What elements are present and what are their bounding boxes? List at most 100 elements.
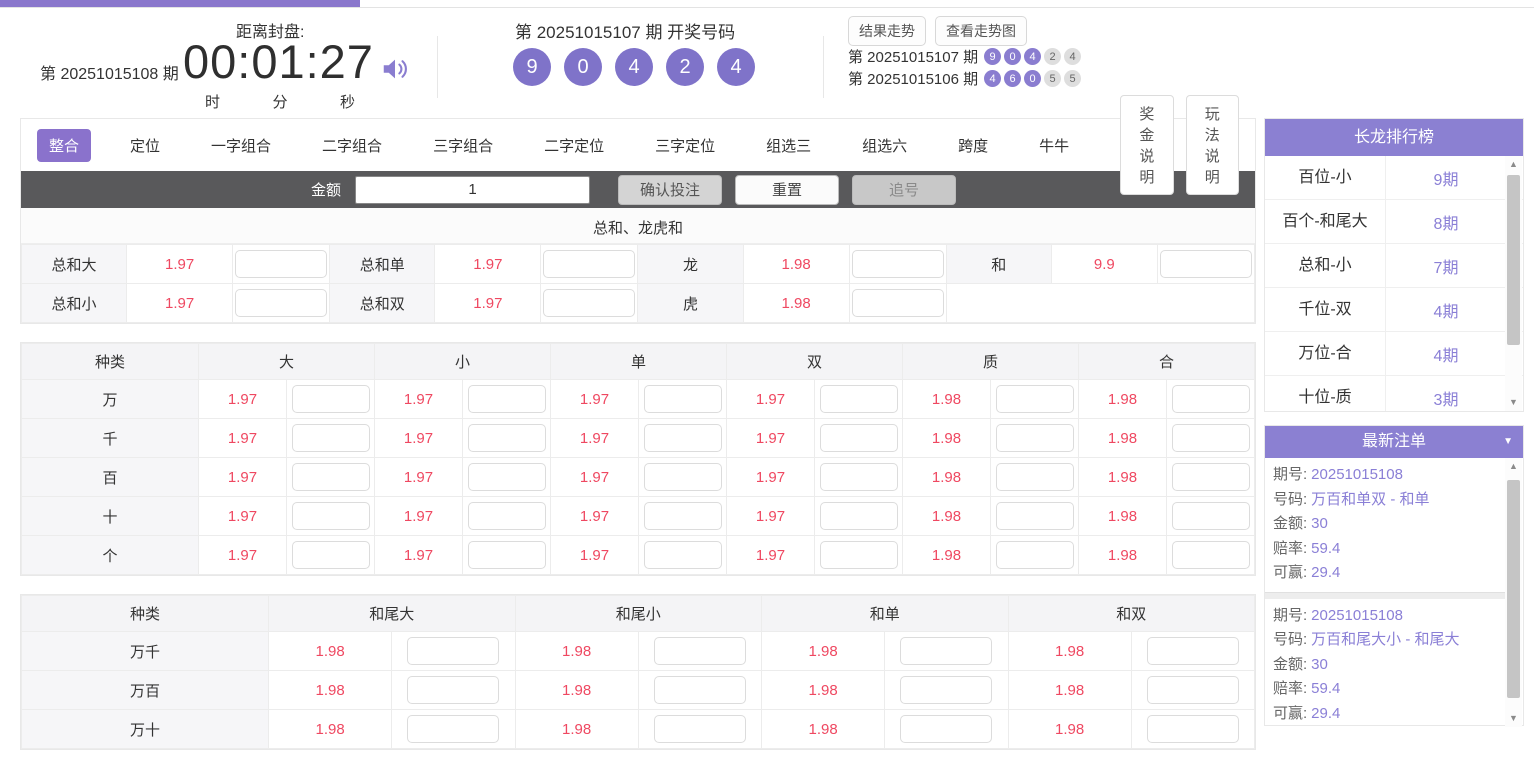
chase-button[interactable]: 追号 [852, 175, 956, 205]
speaker-icon[interactable] [380, 54, 410, 84]
history-period: 第 20251015106 期 [848, 68, 978, 89]
trend-button[interactable]: 查看走势图 [935, 16, 1027, 46]
time-unit-label: 时 [205, 91, 220, 112]
odds-bet-input[interactable] [820, 463, 898, 491]
collapse-caret-icon[interactable]: ▼ [1503, 426, 1513, 458]
tab-三字组合[interactable]: 三字组合 [421, 129, 505, 162]
reset-button[interactable]: 重置 [735, 175, 839, 205]
odds-bet-input[interactable] [1172, 502, 1250, 530]
odds-bet-input[interactable] [852, 250, 944, 278]
odds-bet-input[interactable] [654, 676, 746, 704]
scroll-down-icon[interactable]: ▼ [1505, 710, 1522, 727]
odds-bet-input[interactable] [820, 502, 898, 530]
countdown-timer: 00:01:27 [183, 34, 374, 89]
odds-bet-input[interactable] [1147, 637, 1239, 665]
tab-牛牛[interactable]: 牛牛 [1027, 129, 1081, 162]
info-button[interactable]: 玩法说明 [1186, 95, 1239, 195]
odds-bet-input[interactable] [1147, 676, 1239, 704]
odds-bet-input[interactable] [1172, 541, 1250, 569]
odds-bet-input[interactable] [654, 715, 746, 743]
trend-button[interactable]: 结果走势 [848, 16, 926, 46]
odds-bet-input[interactable] [820, 424, 898, 452]
row-type-label: 个 [22, 536, 199, 575]
odds-value: 1.98 [1079, 497, 1167, 536]
odds-bet-input[interactable] [407, 715, 499, 743]
odds-bet-input[interactable] [292, 502, 370, 530]
tab-二字定位[interactable]: 二字定位 [532, 129, 616, 162]
ranking-scrollbar[interactable]: ▲ ▼ [1505, 156, 1522, 411]
odds-bet-input[interactable] [996, 541, 1074, 569]
odds-bet-input[interactable] [468, 385, 546, 413]
amount-input[interactable] [355, 176, 590, 204]
odds-bet-input[interactable] [543, 289, 635, 317]
odds-value: 1.97 [551, 419, 639, 458]
row-type-label: 千 [22, 419, 199, 458]
odds-value: 1.97 [435, 284, 541, 323]
tab-三字定位[interactable]: 三字定位 [643, 129, 727, 162]
odds-bet-input[interactable] [852, 289, 944, 317]
odds-bet-input[interactable] [407, 637, 499, 665]
odds-value: 1.97 [199, 380, 287, 419]
odds-bet-input[interactable] [996, 385, 1074, 413]
odds-input-cell [991, 536, 1079, 575]
bet-record-line: 期号:20251015108 [1273, 463, 1496, 488]
odds-bet-input[interactable] [292, 424, 370, 452]
odds-bet-input[interactable] [644, 385, 722, 413]
odds-bet-input[interactable] [996, 463, 1074, 491]
pair-odds-box: 种类和尾大和尾小和单和双万千1.981.981.981.98万百1.981.98… [20, 594, 1256, 750]
odds-bet-input[interactable] [468, 424, 546, 452]
odds-bet-input[interactable] [1160, 250, 1252, 278]
scroll-up-icon[interactable]: ▲ [1505, 156, 1522, 173]
odds-value: 1.98 [1008, 671, 1131, 710]
scrollbar-thumb[interactable] [1507, 480, 1520, 698]
scrollbar-thumb[interactable] [1507, 175, 1520, 345]
info-button[interactable]: 奖金说明 [1120, 95, 1173, 195]
tab-二字组合[interactable]: 二字组合 [310, 129, 394, 162]
odds-bet-input[interactable] [996, 502, 1074, 530]
bet-field-label: 期号: [1273, 607, 1307, 624]
current-period-label: 第 20251015108 期 [40, 60, 179, 84]
odds-input-cell [639, 536, 727, 575]
odds-value: 1.98 [903, 536, 991, 575]
odds-bet-input[interactable] [292, 463, 370, 491]
odds-bet-input[interactable] [644, 424, 722, 452]
odds-bet-input[interactable] [543, 250, 635, 278]
odds-bet-input[interactable] [900, 637, 992, 665]
bet-field-value: 30 [1311, 515, 1328, 532]
tab-整合[interactable]: 整合 [37, 129, 91, 162]
scroll-down-icon[interactable]: ▼ [1505, 394, 1522, 411]
odds-bet-input[interactable] [1172, 463, 1250, 491]
table-row: 个1.971.971.971.971.981.98 [22, 536, 1255, 575]
odds-bet-input[interactable] [654, 637, 746, 665]
tab-定位[interactable]: 定位 [118, 129, 172, 162]
odds-bet-input[interactable] [900, 715, 992, 743]
odds-bet-input[interactable] [644, 541, 722, 569]
confirm-button[interactable]: 确认投注 [618, 175, 722, 205]
odds-bet-input[interactable] [1172, 424, 1250, 452]
odds-bet-input[interactable] [235, 250, 327, 278]
odds-bet-input[interactable] [644, 463, 722, 491]
odds-bet-input[interactable] [820, 541, 898, 569]
odds-bet-input[interactable] [644, 502, 722, 530]
ranking-name: 百位-小 [1265, 156, 1386, 200]
tab-一字组合[interactable]: 一字组合 [199, 129, 283, 162]
odds-bet-input[interactable] [292, 541, 370, 569]
odds-bet-input[interactable] [407, 676, 499, 704]
odds-bet-input[interactable] [820, 385, 898, 413]
odds-bet-input[interactable] [900, 676, 992, 704]
odds-bet-input[interactable] [1172, 385, 1250, 413]
scroll-up-icon[interactable]: ▲ [1505, 458, 1522, 475]
odds-bet-input[interactable] [468, 502, 546, 530]
tab-跨度[interactable]: 跨度 [946, 129, 1000, 162]
bet-field-value: 59.4 [1311, 680, 1340, 697]
tab-组选三[interactable]: 组选三 [754, 129, 823, 162]
odds-bet-input[interactable] [996, 424, 1074, 452]
odds-bet-input[interactable] [468, 463, 546, 491]
odds-bet-input[interactable] [292, 385, 370, 413]
bets-scrollbar[interactable]: ▲ ▼ [1505, 458, 1522, 727]
tab-组选六[interactable]: 组选六 [850, 129, 919, 162]
record-divider [1265, 592, 1506, 599]
odds-bet-input[interactable] [1147, 715, 1239, 743]
odds-bet-input[interactable] [235, 289, 327, 317]
odds-bet-input[interactable] [468, 541, 546, 569]
